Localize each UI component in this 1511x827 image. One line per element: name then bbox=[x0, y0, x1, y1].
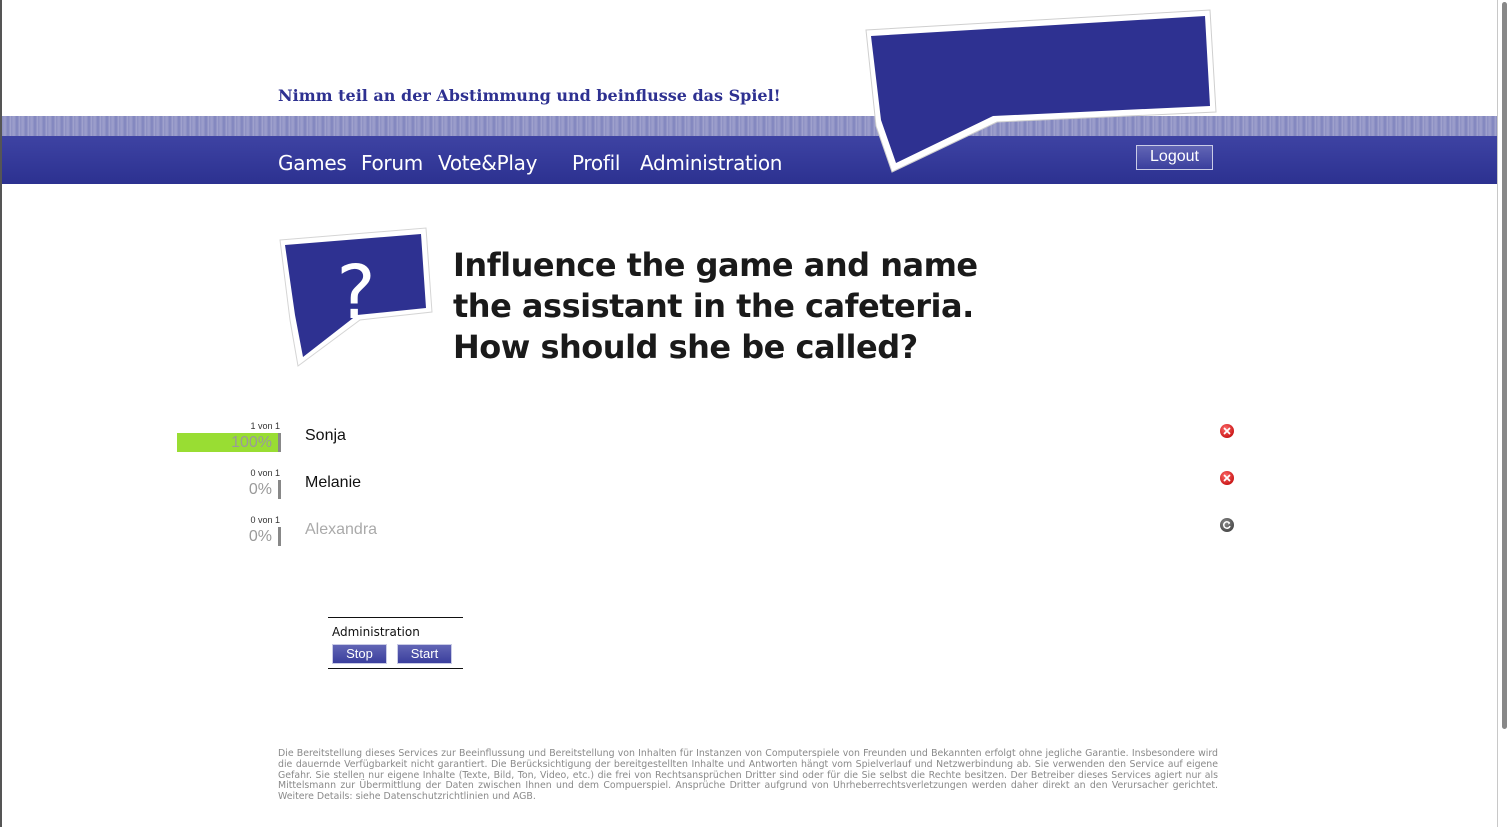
vote-bar: 0% bbox=[177, 527, 281, 546]
delete-icon[interactable] bbox=[1220, 424, 1234, 438]
question-line: the assistant in the cafeteria. bbox=[453, 287, 974, 325]
vote-percent: 0% bbox=[248, 481, 272, 498]
vote-count: 0 von 1 bbox=[250, 515, 280, 525]
vote-bar: 100% bbox=[177, 433, 281, 452]
admin-panel-title: Administration bbox=[332, 625, 420, 639]
vote-option-row: 0 von 1 0% Melanie bbox=[170, 468, 1250, 504]
vertical-scrollbar[interactable] bbox=[1497, 0, 1511, 827]
question-icon: ? bbox=[279, 227, 433, 367]
question-heading: Influence the game and name the assistan… bbox=[453, 245, 1013, 368]
main-nav: Games Forum Vote&Play Profil Administrat… bbox=[0, 151, 800, 179]
nav-item-games[interactable]: Games bbox=[278, 151, 347, 175]
nav-item-forum[interactable]: Forum bbox=[361, 151, 423, 175]
vote-count: 0 von 1 bbox=[250, 468, 280, 478]
question-line: How should she be called? bbox=[453, 328, 918, 366]
vote-bar: 0% bbox=[177, 480, 281, 499]
vote-count: 1 von 1 bbox=[250, 421, 280, 431]
vote-option-row: 1 von 1 100% Sonja bbox=[170, 421, 1250, 457]
restore-icon[interactable] bbox=[1220, 518, 1234, 532]
start-button[interactable]: Start bbox=[397, 644, 452, 664]
nav-item-profil[interactable]: Profil bbox=[572, 151, 620, 175]
question-mark-glyph: ? bbox=[336, 250, 375, 336]
vote-percent: 100% bbox=[231, 434, 272, 451]
header-texture-band bbox=[2, 116, 1497, 136]
footer-disclaimer: Die Bereitstellung dieses Services zur B… bbox=[278, 748, 1218, 803]
scrollbar-thumb[interactable] bbox=[1502, 2, 1507, 729]
vote-option-row: 0 von 1 0% Alexandra bbox=[170, 515, 1250, 551]
nav-item-administration[interactable]: Administration bbox=[640, 151, 782, 175]
vote-percent: 0% bbox=[248, 528, 272, 545]
option-name[interactable]: Sonja bbox=[305, 427, 346, 445]
option-name[interactable]: Melanie bbox=[305, 474, 361, 492]
logout-button[interactable]: Logout bbox=[1136, 145, 1213, 170]
stop-button[interactable]: Stop bbox=[332, 644, 387, 664]
nav-item-vote-play[interactable]: Vote&Play bbox=[438, 151, 537, 175]
header-tagline: Nimm teil an der Abstimmung und beinflus… bbox=[278, 86, 781, 105]
delete-icon[interactable] bbox=[1220, 471, 1234, 485]
admin-panel: Administration Stop Start bbox=[328, 617, 463, 669]
question-line: Influence the game and name bbox=[453, 246, 978, 284]
option-name[interactable]: Alexandra bbox=[305, 521, 377, 539]
